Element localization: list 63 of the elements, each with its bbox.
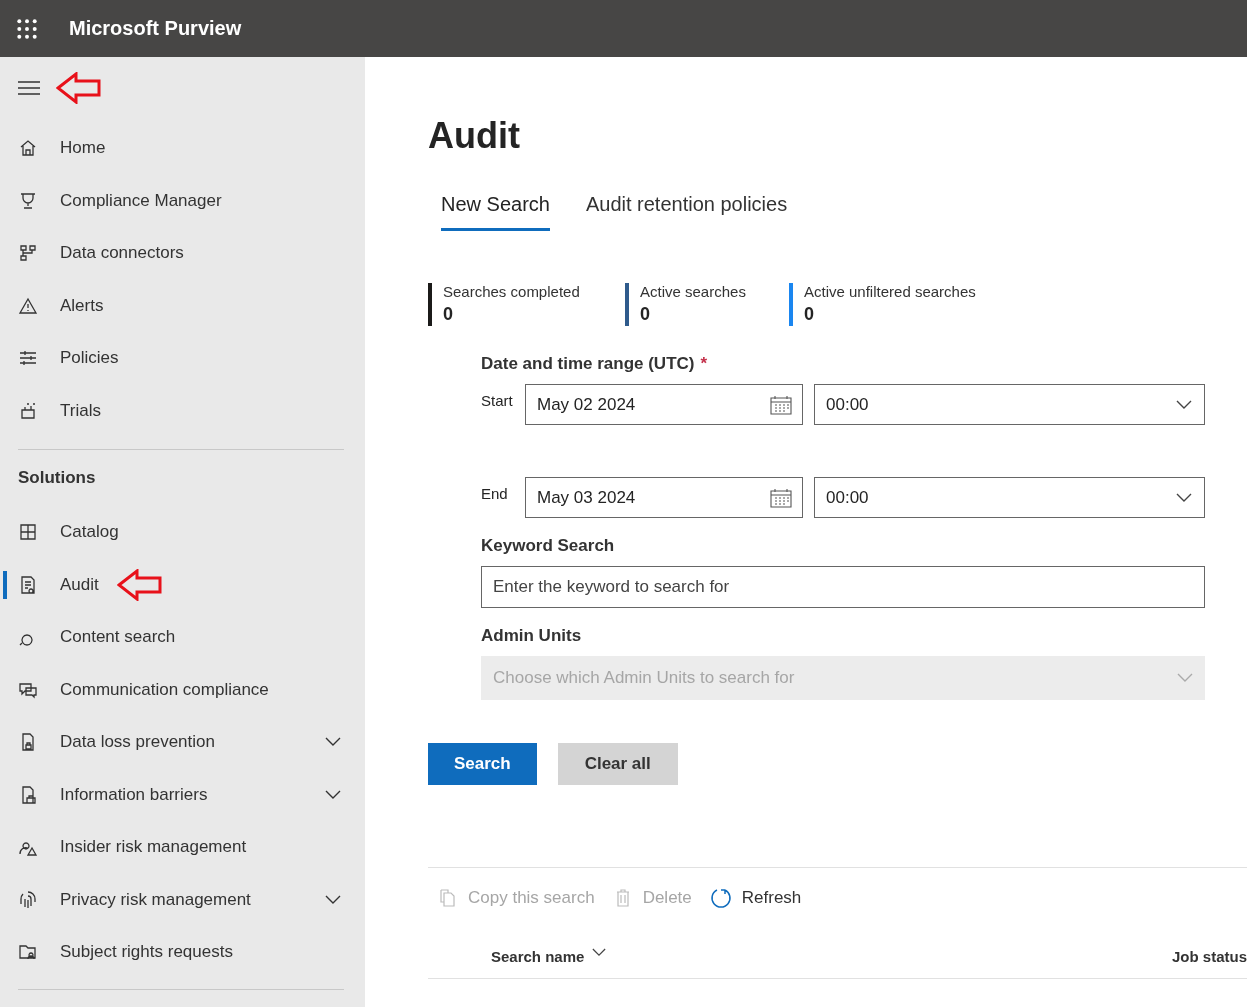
field-label: Admin Units	[481, 626, 583, 646]
nav-item[interactable]: Data loss prevention	[0, 716, 365, 769]
field-label: Keyword Search	[481, 536, 616, 556]
section-heading: Solutions	[17, 468, 97, 489]
nav-item[interactable]: Trials	[0, 384, 365, 437]
field-label: End	[481, 485, 509, 502]
page-title: Audit	[428, 115, 521, 157]
nav-icon	[18, 190, 38, 211]
chevron-down-icon	[1176, 492, 1192, 503]
arrow-annotation	[56, 72, 102, 104]
date-field[interactable]: May 02 2024	[525, 384, 803, 425]
chevron-down-icon[interactable]	[325, 789, 341, 800]
menu-icon[interactable]	[18, 80, 40, 96]
nav-icon	[18, 889, 38, 910]
arrow-annotation	[116, 568, 163, 601]
time-dropdown[interactable]: 00:00	[814, 477, 1205, 518]
app-title: Microsoft Purview	[69, 17, 242, 40]
stat-label: Active unfiltered searches	[804, 283, 976, 300]
nav-item[interactable]: Policies	[0, 332, 365, 385]
nav-icon	[18, 243, 38, 264]
tab[interactable]: Audit retention policies	[585, 193, 788, 231]
tab[interactable]: New Search	[441, 193, 550, 231]
column-header[interactable]: Search name	[491, 948, 607, 978]
calendar-icon	[770, 394, 792, 415]
app-launcher-icon[interactable]	[16, 17, 38, 40]
calendar-icon	[770, 487, 792, 508]
nav-icon	[18, 574, 38, 595]
stat-label: Active searches	[640, 283, 746, 300]
nav-item[interactable]: Catalog	[0, 506, 365, 559]
nav-item[interactable]: Information barriers	[0, 768, 365, 821]
nav-item[interactable]: Compliance Manager	[0, 174, 365, 227]
nav-item[interactable]: Privacy risk management	[0, 873, 365, 926]
stat-value: 0	[804, 304, 815, 325]
nav-item[interactable]: Data connectors	[0, 227, 365, 280]
nav-icon	[18, 138, 38, 159]
nav-item[interactable]: Insider risk management	[0, 821, 365, 874]
refresh-icon	[709, 887, 732, 909]
search-button[interactable]: Search	[428, 743, 537, 785]
nav-item[interactable]: Communication compliance	[0, 663, 365, 716]
chevron-down-icon[interactable]	[325, 737, 341, 748]
copy-icon	[438, 888, 458, 908]
nav-icon	[18, 400, 38, 421]
time-dropdown[interactable]: 00:00	[814, 384, 1205, 425]
nav-item[interactable]: Audit	[0, 558, 365, 611]
chevron-down-icon	[1176, 399, 1192, 410]
field-label: Start	[481, 392, 514, 409]
nav-item[interactable]: Alerts	[0, 279, 365, 332]
nav-item[interactable]: Home	[0, 122, 365, 175]
nav-icon	[18, 522, 38, 543]
chevron-down-icon[interactable]	[325, 894, 341, 905]
toolbar-button[interactable]: Refresh	[709, 884, 802, 912]
keyword-input[interactable]: Enter the keyword to search for	[481, 566, 1205, 608]
field-label: Date and time range (UTC)	[481, 354, 695, 374]
nav-item[interactable]: Subject rights requests	[0, 926, 365, 979]
chevron-down-icon	[1177, 673, 1193, 683]
nav-item[interactable]: Content search	[0, 611, 365, 664]
stat-label: Searches completed	[443, 283, 580, 300]
stat-value: 0	[640, 304, 651, 325]
clear-button[interactable]: Clear all	[557, 743, 678, 785]
required-mark: *	[700, 354, 708, 374]
date-field[interactable]: May 03 2024	[525, 477, 803, 518]
column-header[interactable]: Job status	[1172, 948, 1247, 978]
stat-value: 0	[443, 304, 454, 325]
